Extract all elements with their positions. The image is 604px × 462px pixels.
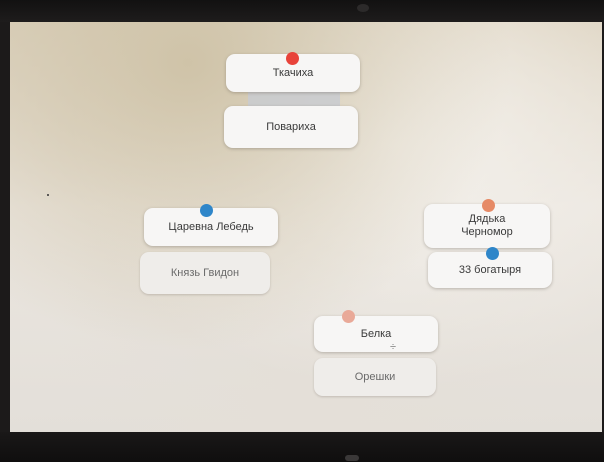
card-label-line2: Черномор: [461, 226, 513, 238]
dust-speck: [47, 194, 49, 196]
card-label: Князь Гвидон: [170, 266, 240, 279]
monitor-bezel-bottom: [0, 432, 604, 462]
card-label: Белка: [360, 327, 392, 340]
card-label: Дядька Черномор: [461, 213, 513, 239]
monitor-logo-icon: [345, 455, 359, 461]
monitor-bezel-top: [0, 0, 604, 22]
connector-dot-blue[interactable]: [486, 247, 499, 260]
card-label: 33 богатыря: [458, 263, 522, 276]
webcam-icon: [357, 4, 369, 12]
card-belka[interactable]: Белка: [314, 316, 438, 352]
card-label: Повариха: [266, 120, 316, 133]
drag-handle-icon[interactable]: ÷: [390, 341, 396, 353]
card-label-line1: Дядька: [468, 213, 506, 225]
connector-dot-blue[interactable]: [200, 204, 213, 217]
matching-board: Ткачиха Повариха Царевна Лебедь Князь Гв…: [10, 22, 602, 432]
card-povarikha[interactable]: Повариха: [224, 106, 358, 148]
connector-dot-red[interactable]: [286, 52, 299, 65]
card-label: Царевна Лебедь: [168, 220, 254, 233]
card-label: Ткачиха: [272, 66, 314, 79]
connector-dot-peach[interactable]: [342, 310, 355, 323]
card-knyaz-gvidon[interactable]: Князь Гвидон: [140, 252, 270, 294]
card-label: Орешки: [354, 370, 396, 383]
connector-dot-orange[interactable]: [482, 199, 495, 212]
card-oreshki[interactable]: Орешки: [314, 358, 436, 396]
